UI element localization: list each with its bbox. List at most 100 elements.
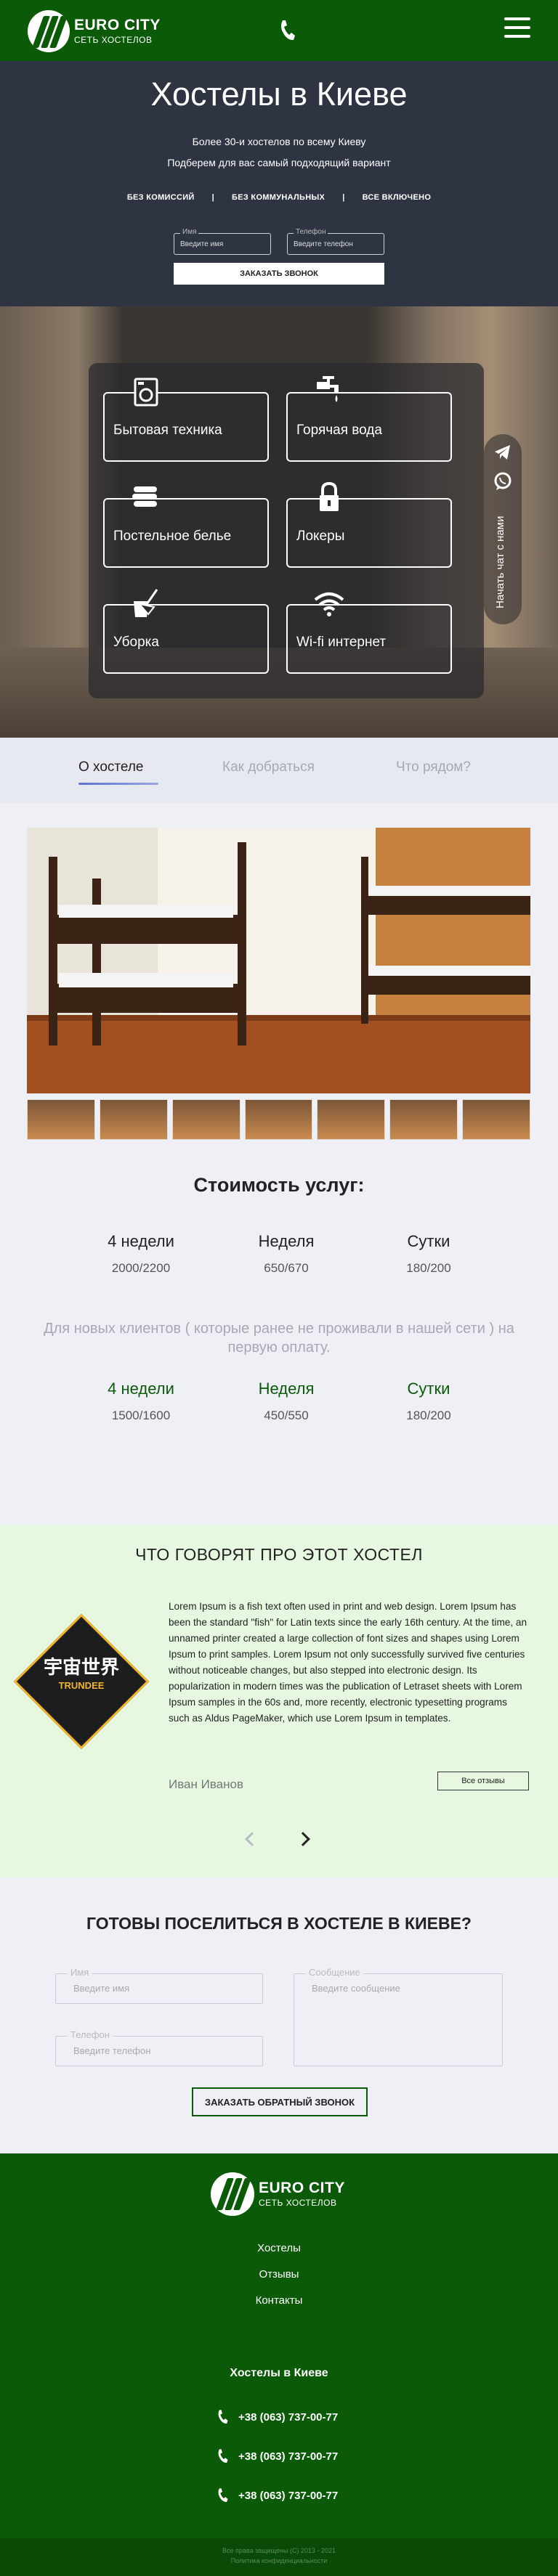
reviews-title: ЧТО ГОВОРЯТ ПРО ЭТОТ ХОСТЕЛ	[135, 1545, 423, 1564]
amenity-wifi: Wi-fi интернет	[286, 592, 452, 674]
tab-directions[interactable]: Как добраться	[222, 759, 315, 775]
footer-phone[interactable]: +38 (063) 737-00-77	[215, 2409, 338, 2425]
linen-icon	[132, 486, 157, 507]
all-reviews-button[interactable]: Все отзывы	[437, 1772, 529, 1790]
contact-phone-input[interactable]	[73, 2045, 239, 2056]
contact-message-input[interactable]	[312, 1983, 478, 2026]
price-period: Сутки	[407, 1232, 450, 1250]
feature-no-commission: БЕЗ КОМИССИЙ	[126, 193, 195, 202]
phone-icon[interactable]	[278, 19, 296, 42]
price-value: 1500/1600	[111, 1409, 171, 1422]
amenity-label: Постельное белье	[113, 529, 232, 544]
price-4-weeks: 4 недели 2000/2200	[68, 1232, 214, 1276]
order-call-button[interactable]: ЗАКАЗАТЬ ЗВОНОК	[174, 263, 384, 285]
hero-section: Хостелы в Киеве Более 30-и хостелов по в…	[0, 61, 558, 306]
footer-logo[interactable]: EURO CITY СЕТЬ ХОСТЕЛОВ	[211, 2172, 345, 2216]
amenity-label: Уборка	[113, 635, 159, 650]
lock-icon	[320, 481, 339, 511]
prices-title: Стоимость услуг:	[193, 1174, 365, 1196]
gallery-thumb[interactable]	[462, 1099, 531, 1140]
burger-menu-icon[interactable]	[504, 17, 530, 39]
amenity-linen: Постельное белье	[103, 486, 269, 568]
side-chat-widget[interactable]: Начать чат с нами	[484, 434, 522, 624]
price-value: 180/200	[406, 1261, 451, 1275]
reviewer-logo-text: 宇宙世界	[43, 1656, 119, 1678]
logo-mark	[28, 10, 70, 52]
phone-icon	[218, 2488, 228, 2502]
hero-phone-input[interactable]	[294, 240, 379, 248]
amenity-appliances: Бытовая техника	[103, 378, 269, 462]
price-value: 450/550	[264, 1409, 309, 1422]
hero-phone-field: Телефон	[287, 228, 384, 255]
price-period: Сутки	[407, 1379, 450, 1398]
gallery-thumb[interactable]	[27, 1099, 95, 1140]
reviews-section: ЧТО ГОВОРЯТ ПРО ЭТОТ ХОСТЕЛ 宇宙世界 TRUNDEE…	[0, 1525, 558, 1878]
appliances-icon	[134, 378, 158, 407]
price-value: 650/670	[264, 1261, 309, 1275]
copyright-text: Все права защищены (C) 2013 - 2021	[222, 2547, 336, 2554]
footer-phone[interactable]: +38 (063) 737-00-77	[215, 2448, 338, 2464]
footer-link-contacts[interactable]: Контакты	[0, 2294, 558, 2307]
new-price-day: Сутки 180/200	[356, 1379, 501, 1423]
wifi-icon	[314, 592, 344, 616]
footer-link-reviews[interactable]: Отзывы	[0, 2268, 558, 2281]
telegram-icon[interactable]	[494, 444, 512, 460]
gallery-thumb[interactable]	[171, 1099, 240, 1140]
footer-logo-title: EURO CITY	[259, 2180, 345, 2196]
amenity-label: Бытовая техника	[113, 423, 222, 438]
price-value: 180/200	[406, 1409, 451, 1422]
chevron-left-icon[interactable]	[245, 1832, 259, 1846]
price-week: Неделя 650/670	[214, 1232, 359, 1276]
footer-phone-number: +38 (063) 737-00-77	[238, 2410, 339, 2424]
tab-about[interactable]: О хостеле	[78, 759, 144, 775]
phone-icon	[218, 2410, 228, 2424]
tab-nearby[interactable]: Что рядом?	[396, 759, 471, 775]
amenities-panel: Бытовая техника Горячая вода Постельное …	[89, 363, 484, 698]
contact-name-input[interactable]	[73, 1983, 239, 1994]
site-footer: EURO CITY СЕТЬ ХОСТЕЛОВ Хостелы Отзывы К…	[0, 2153, 558, 2576]
contact-phone-label: Телефон	[68, 2029, 113, 2040]
footer-link-hostels[interactable]: Хостелы	[0, 2242, 558, 2254]
hero-subtitle-2: Подберем для вас самый подходящий вариан…	[167, 157, 391, 168]
logo[interactable]: EURO CITY СЕТЬ ХОСТЕЛОВ	[28, 10, 161, 52]
contact-message-field: Сообщение	[294, 1967, 503, 2066]
hero-features: БЕЗ КОМИССИЙ | БЕЗ КОММУНАЛЬНЫХ | ВСЕ ВКЛЮЧЕ…	[0, 193, 558, 202]
gallery-thumb[interactable]	[317, 1099, 386, 1140]
chat-label: Начать чат с нами	[494, 515, 506, 608]
price-period: Неделя	[258, 1379, 315, 1398]
hero-name-field: Имя	[174, 228, 271, 255]
amenity-lockers: Локеры	[286, 481, 452, 568]
footer-section-title: Хостелы в Киеве	[230, 2367, 328, 2379]
active-tab-indicator	[78, 783, 158, 785]
gallery-thumb[interactable]	[389, 1099, 458, 1140]
gallery-main-photo[interactable]	[27, 828, 530, 1093]
site-header: EURO CITY СЕТЬ ХОСТЕЛОВ	[0, 0, 558, 61]
price-period: 4 недели	[108, 1379, 174, 1398]
contact-form-title: ГОТОВЫ ПОСЕЛИТЬСЯ В ХОСТЕЛЕ В КИЕВЕ?	[86, 1914, 472, 1933]
contact-name-field: Имя	[55, 1967, 263, 2004]
logo-subtitle: СЕТЬ ХОСТЕЛОВ	[74, 35, 153, 45]
feature-all-inclusive: ВСЕ ВКЛЮЧЕНО	[362, 193, 432, 202]
hero-name-input[interactable]	[180, 240, 266, 248]
page-title: Хостелы в Киеве	[150, 76, 408, 113]
phone-icon	[218, 2449, 228, 2463]
hostel-tabs: О хостеле Как добраться Что рядом?	[0, 738, 558, 803]
amenity-cleaning: Уборка	[103, 589, 269, 674]
bunk-room-photo	[27, 828, 530, 1093]
contact-name-label: Имя	[68, 1967, 92, 1978]
price-period: Неделя	[258, 1232, 315, 1250]
privacy-policy-link[interactable]: Политика конфиденциальности	[0, 2556, 558, 2566]
contact-phone-field: Телефон	[55, 2029, 263, 2066]
gallery-thumb[interactable]	[244, 1099, 313, 1140]
reviewer-logo-subtext: TRUNDEE	[58, 1680, 105, 1691]
footer-phone[interactable]: +38 (063) 737-00-77	[215, 2487, 338, 2503]
cleaning-icon	[134, 589, 158, 617]
gallery-thumb[interactable]	[99, 1099, 168, 1140]
hero-name-label: Имя	[180, 228, 199, 236]
order-callback-button[interactable]: ЗАКАЗАТЬ ОБРАТНЫЙ ЗВОНОК	[192, 2087, 368, 2116]
chevron-right-icon[interactable]	[296, 1832, 310, 1846]
price-value: 2000/2200	[111, 1261, 171, 1275]
gallery-thumbnails	[27, 1099, 531, 1140]
review-text: Lorem Ipsum is a fish text often used in…	[169, 1601, 527, 1724]
footer-copyright: Все права защищены (C) 2013 - 2021 Полит…	[0, 2538, 558, 2576]
